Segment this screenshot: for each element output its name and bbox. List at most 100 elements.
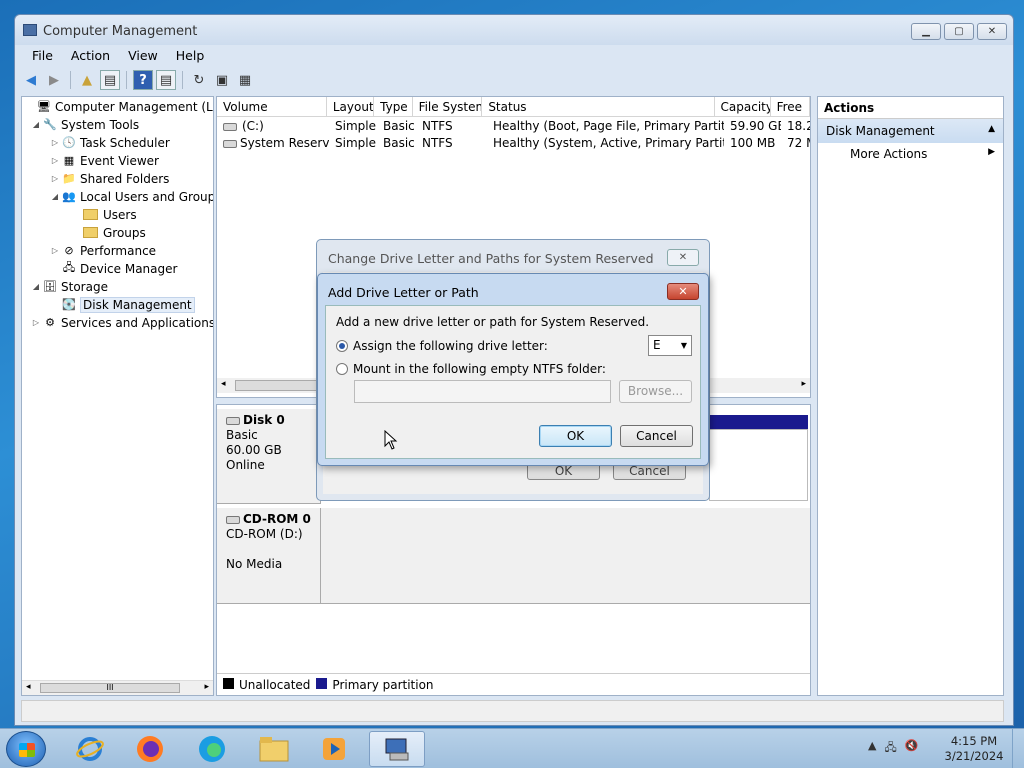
- tree-item-computer-management[interactable]: 🖥 Computer Management (Local: [24, 98, 213, 115]
- column-header-volume[interactable]: Volume: [217, 97, 327, 117]
- menu-file[interactable]: File: [23, 46, 62, 66]
- status-bar: [21, 700, 1004, 722]
- network-icon[interactable]: 🖧: [884, 739, 896, 758]
- column-header-status[interactable]: Status: [482, 97, 715, 117]
- system-tray: ▲ 🖧 🔇: [868, 739, 918, 758]
- primary-partition-bar[interactable]: [709, 415, 808, 429]
- mount-ntfs-folder-option[interactable]: Mount in the following empty NTFS folder…: [336, 362, 606, 376]
- actions-section-disk-management[interactable]: Disk Management ▲: [818, 119, 1003, 143]
- ok-button[interactable]: OK: [539, 425, 612, 447]
- edge-icon[interactable]: [184, 731, 240, 767]
- up-folder-icon[interactable]: ▲: [77, 70, 97, 90]
- more-actions-item[interactable]: More Actions ▶: [818, 143, 1003, 165]
- cancel-button[interactable]: Cancel: [620, 425, 693, 447]
- radio-selected-icon[interactable]: [336, 340, 348, 352]
- cd-rom-volume-area[interactable]: [321, 508, 810, 604]
- scroll-right-icon[interactable]: ▸: [204, 682, 209, 692]
- tree-item-task-scheduler[interactable]: ▷ 🕓 Task Scheduler: [49, 134, 170, 151]
- forward-arrow-icon[interactable]: ▶: [44, 70, 64, 90]
- expand-arrow-icon[interactable]: ◢: [30, 282, 42, 291]
- legend-primary-partition: Primary partition: [316, 677, 434, 692]
- tree-item-device-manager[interactable]: 🖧 Device Manager: [49, 260, 178, 277]
- dropdown-arrow-icon[interactable]: ▼: [681, 338, 687, 353]
- users-icon: 👥: [62, 190, 76, 203]
- services-icon: ⚙: [45, 316, 55, 329]
- event-viewer-icon: ▦: [63, 154, 75, 167]
- tree-item-storage[interactable]: ◢ 🗄 Storage: [30, 278, 108, 295]
- collapse-arrow-icon[interactable]: ▷: [49, 138, 61, 147]
- back-arrow-icon[interactable]: ◀: [21, 70, 41, 90]
- column-header-type[interactable]: Type: [374, 97, 413, 117]
- expand-arrow-icon[interactable]: ◢: [30, 120, 42, 129]
- scroll-thumb[interactable]: [235, 380, 325, 391]
- expand-arrow-icon[interactable]: ◢: [49, 192, 61, 201]
- window-title: Computer Management: [43, 24, 198, 39]
- computer-management-taskbar-icon[interactable]: [369, 731, 425, 767]
- collapse-arrow-icon[interactable]: ▷: [30, 318, 42, 327]
- menu-help[interactable]: Help: [167, 46, 214, 66]
- drive-letter-select[interactable]: E ▼: [648, 335, 692, 356]
- volume-icon: [223, 139, 237, 148]
- tree-item-groups[interactable]: Groups: [83, 224, 146, 241]
- clock[interactable]: 4:15 PM 3/21/2024: [942, 734, 1006, 764]
- internet-explorer-icon[interactable]: [62, 731, 118, 767]
- tree-item-shared-folders[interactable]: ▷ 📁 Shared Folders: [49, 170, 169, 187]
- column-header-free[interactable]: Free: [771, 97, 810, 117]
- tree-horizontal-scrollbar[interactable]: ◂ III ▸: [22, 680, 213, 695]
- show-hide-action-pane-icon[interactable]: ▤: [156, 70, 176, 90]
- tree-item-local-users-and-groups[interactable]: ◢ 👥 Local Users and Groups: [49, 188, 213, 205]
- tree-item-system-tools[interactable]: ◢ 🔧 System Tools: [30, 116, 139, 133]
- shared-folder-icon: 📁: [62, 172, 76, 185]
- show-hide-tree-icon[interactable]: ▤: [100, 70, 120, 90]
- clock-icon: 🕓: [62, 136, 76, 149]
- media-player-icon[interactable]: [306, 731, 362, 767]
- disk-settings-icon[interactable]: ▦: [235, 70, 255, 90]
- scroll-right-icon[interactable]: ▸: [801, 379, 806, 389]
- refresh-icon[interactable]: ↻: [189, 70, 209, 90]
- column-header-file-system[interactable]: File System: [413, 97, 483, 117]
- tree-item-event-viewer[interactable]: ▷ ▦ Event Viewer: [49, 152, 159, 169]
- scroll-thumb[interactable]: III: [40, 683, 180, 693]
- table-row[interactable]: (C:) Simple Basic NTFS Healthy (Boot, Pa…: [217, 118, 810, 135]
- column-header-capacity[interactable]: Capacity: [715, 97, 771, 117]
- tree-item-users[interactable]: Users: [83, 206, 137, 223]
- dialog-close-button[interactable]: ✕: [667, 283, 699, 300]
- close-button[interactable]: ✕: [977, 23, 1007, 40]
- show-hidden-icons-icon[interactable]: ▲: [868, 739, 876, 758]
- folder-icon: [83, 209, 98, 220]
- column-header-layout[interactable]: Layout: [327, 97, 375, 117]
- title-bar[interactable]: Computer Management ▁ ▢ ✕: [15, 15, 1013, 45]
- collapse-arrow-icon[interactable]: ▷: [49, 246, 61, 255]
- collapse-arrow-icon[interactable]: ▷: [49, 174, 61, 183]
- volume-muted-icon[interactable]: 🔇: [905, 739, 919, 758]
- tree-item-disk-management[interactable]: 💽 Disk Management: [49, 296, 195, 313]
- cd-rom-0-label[interactable]: CD-ROM 0 CD-ROM (D:) No Media: [217, 508, 321, 604]
- disk-0-label[interactable]: Disk 0 Basic 60.00 GB Online: [217, 409, 321, 504]
- file-explorer-icon[interactable]: [246, 731, 302, 767]
- table-row[interactable]: System Reserved Simple Basic NTFS Health…: [217, 135, 810, 152]
- minimize-button[interactable]: ▁: [911, 23, 941, 40]
- tree-item-performance[interactable]: ▷ ⊘ Performance: [49, 242, 156, 259]
- help-icon[interactable]: ?: [133, 70, 153, 90]
- assign-drive-letter-option[interactable]: Assign the following drive letter:: [336, 339, 548, 353]
- dialog-close-button[interactable]: ✕: [667, 249, 699, 266]
- browse-button[interactable]: Browse...: [619, 380, 692, 403]
- ntfs-folder-path-input[interactable]: [354, 380, 611, 403]
- collapse-arrow-icon[interactable]: ▷: [49, 156, 61, 165]
- volume-icon: [223, 122, 237, 131]
- tree-item-services-and-applications[interactable]: ▷ ⚙ Services and Applications: [30, 314, 213, 331]
- menu-action[interactable]: Action: [62, 46, 119, 66]
- storage-icon: 🗄: [43, 280, 57, 293]
- properties-icon[interactable]: ▣: [212, 70, 232, 90]
- firefox-icon[interactable]: [122, 731, 178, 767]
- maximize-button[interactable]: ▢: [944, 23, 974, 40]
- menu-view[interactable]: View: [119, 46, 167, 66]
- collapse-up-arrow-icon[interactable]: ▲: [988, 124, 995, 138]
- start-button[interactable]: [6, 731, 46, 767]
- scroll-left-icon[interactable]: ◂: [26, 682, 31, 692]
- show-desktop-button[interactable]: [1012, 729, 1024, 768]
- scroll-left-icon[interactable]: ◂: [221, 379, 226, 389]
- radio-unselected-icon[interactable]: [336, 363, 348, 375]
- partition-box[interactable]: [709, 429, 808, 501]
- add-drive-letter-dialog: Add Drive Letter or Path ✕ Add a new dri…: [317, 273, 709, 466]
